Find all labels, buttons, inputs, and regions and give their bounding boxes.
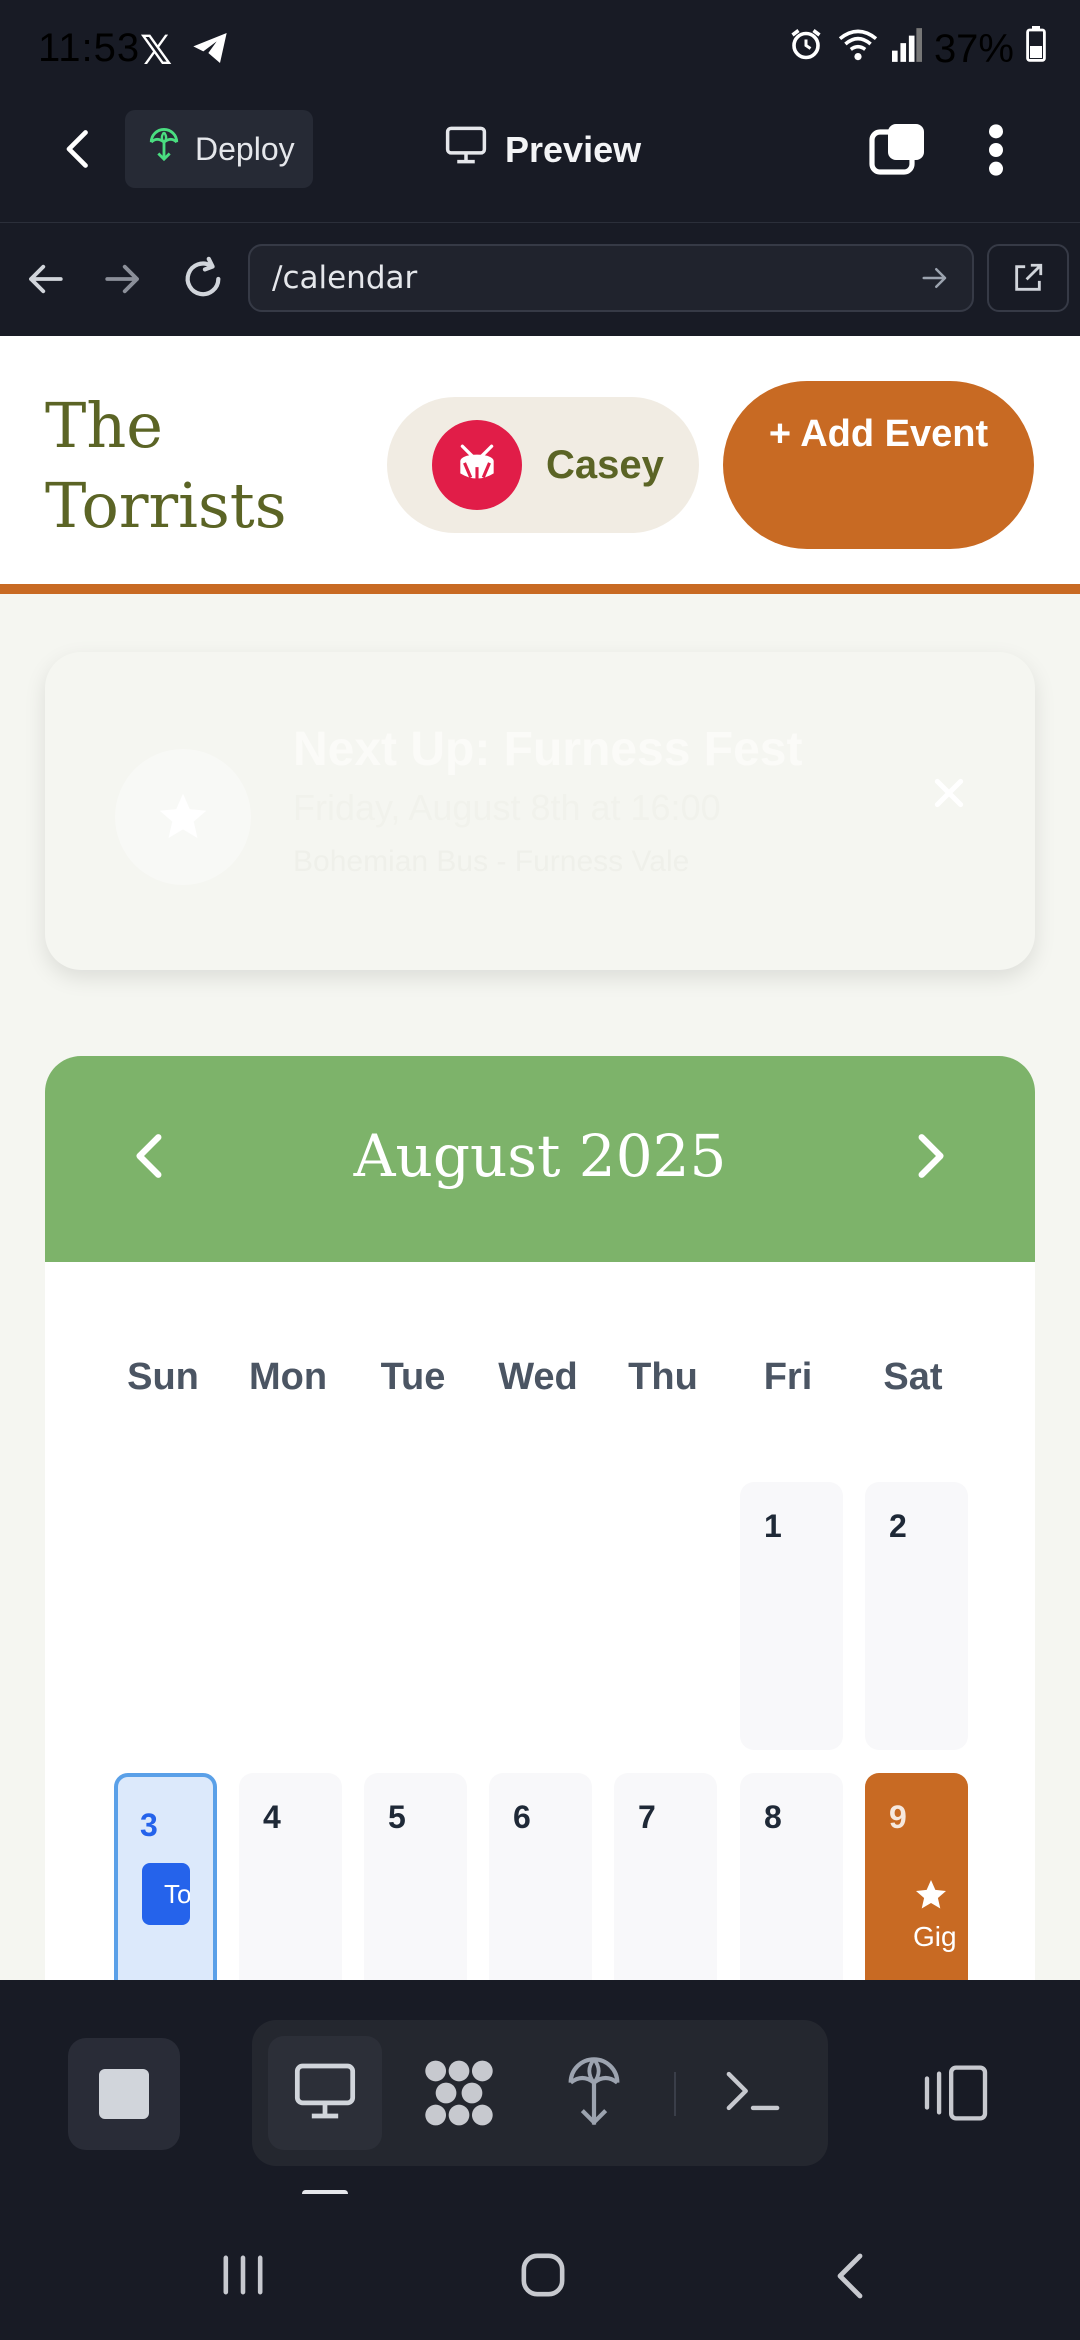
desktop-preview-button[interactable] [268,2036,382,2150]
reload-icon[interactable] [180,256,226,307]
deploy-button[interactable]: Deploy [125,110,313,188]
weekday-sun: Sun [127,1356,199,1398]
url-text: /calendar [272,260,418,296]
star-icon [115,749,251,885]
deploy-tool-icon[interactable] [566,2056,622,2128]
day-number: 9 [889,1799,907,1835]
next-up-venue: Bohemian Bus - Furness Vale [293,845,690,878]
day-number: 7 [638,1799,656,1835]
preview-label: Preview [505,128,642,170]
x-app-icon: 𝕏 [140,29,173,73]
browser-back-icon[interactable] [24,258,66,305]
battery-icon [1026,26,1046,72]
status-time: 11:53 [38,26,141,70]
day-number: 4 [263,1799,281,1835]
stop-button[interactable] [68,2038,180,2150]
weekday-mon: Mon [248,1356,328,1398]
day-cell-gig[interactable]: 9 Gig [865,1773,968,1980]
add-event-button[interactable]: + Add Event [723,381,1034,549]
battery-percent: 37% [933,26,1014,71]
deploy-label: Deploy [195,130,295,167]
monitor-icon [293,2062,357,2125]
day-number: 6 [513,1799,531,1835]
drum-icon [432,420,522,510]
day-number: 5 [388,1799,406,1835]
external-link-icon [1011,261,1045,300]
calendar-month-title: August 2025 [353,1122,727,1190]
weekday-sat: Sat [883,1356,943,1398]
wifi-icon [836,26,880,72]
telegram-icon [190,28,230,73]
day-number: 1 [764,1508,782,1544]
web-preview: The Torrists Casey + Add Event Next Up: … [0,336,1080,1980]
day-cell-4[interactable]: 4 [239,1773,342,1980]
day-number: 2 [889,1508,907,1544]
go-arrow-icon[interactable] [920,263,950,301]
alarm-icon [788,26,824,72]
status-icons: 37% [788,26,1046,72]
layout-icon[interactable] [922,2064,990,2122]
weekday-wed: Wed [498,1356,578,1398]
toolbar-divider [674,2072,676,2116]
deploy-icon [147,128,181,170]
prev-month-icon[interactable] [125,1128,175,1189]
recent-apps-icon[interactable] [220,2254,266,2301]
day-cell-1[interactable]: 1 [740,1482,843,1750]
user-name: Casey [546,442,664,487]
monitor-icon [445,125,487,174]
gig-star-icon [913,1877,949,1918]
home-icon[interactable] [520,2252,566,2303]
day-cell-today[interactable]: 3 Today [114,1773,217,1980]
day-number: 8 [764,1799,782,1835]
url-input[interactable]: /calendar [248,244,974,312]
open-external-button[interactable] [987,244,1069,312]
gig-label: Gig [913,1921,957,1952]
stop-icon [99,2069,149,2119]
next-up-datetime: Friday, August 8th at 16:00 [293,787,721,828]
plugins-icon[interactable] [420,2058,498,2128]
tabs-icon[interactable] [868,120,928,185]
terminal-icon[interactable] [724,2066,782,2116]
system-back-icon[interactable] [832,2252,868,2305]
weekday-tue: Tue [380,1356,446,1398]
more-options-icon[interactable] [984,122,1008,183]
day-cell-5[interactable]: 5 [364,1773,467,1980]
calendar: August 2025 Sun Mon Tue Wed Thu Fri Sat … [45,1056,1035,1980]
browser-forward-icon[interactable] [102,258,144,305]
next-up-card: Next Up: Furness Fest Friday, August 8th… [45,652,1035,970]
next-month-icon[interactable] [905,1128,955,1189]
day-cell-7[interactable]: 7 [614,1773,717,1980]
day-cell-8[interactable]: 8 [740,1773,843,1980]
user-chip[interactable]: Casey [387,397,699,533]
today-badge: Today [142,1863,190,1925]
day-cell-6[interactable]: 6 [489,1773,592,1980]
weekday-fri: Fri [763,1356,813,1398]
signal-icon [891,27,922,72]
close-icon[interactable] [929,770,969,825]
site-title[interactable]: The Torrists [45,386,345,546]
preview-tab[interactable]: Preview [445,125,641,174]
day-number: 3 [140,1807,158,1843]
weekday-thu: Thu [628,1356,698,1398]
back-icon[interactable] [58,124,102,179]
next-up-title: Next Up: Furness Fest [293,723,803,776]
day-cell-2[interactable]: 2 [865,1482,968,1750]
